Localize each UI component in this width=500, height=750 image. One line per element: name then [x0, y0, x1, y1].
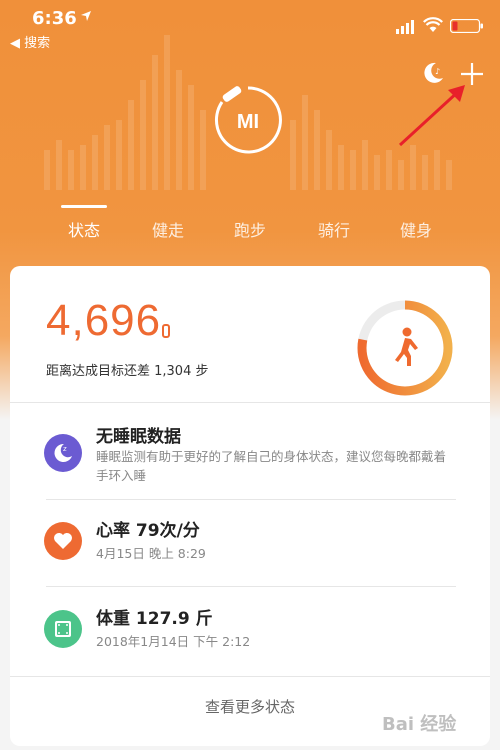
- step-count[interactable]: 4,696: [46, 296, 161, 346]
- scale-icon: [44, 610, 82, 648]
- status-bar: 6:36 ◀ 搜索: [0, 0, 500, 56]
- active-tab-underline: [61, 205, 107, 208]
- activity-tabs: 状态 健走 跑步 骑行 健身: [0, 205, 500, 255]
- divider: [46, 499, 456, 500]
- wifi-icon: [423, 17, 443, 32]
- divider: [10, 402, 490, 403]
- status-card: 4,696 距离达成目标还差 1,304 步 z 无睡眠数据 睡眠监测有助于更好…: [10, 266, 490, 746]
- heart-rate-time: 4月15日 晚上 8:29: [96, 546, 206, 561]
- tab-walking[interactable]: 健走: [138, 217, 198, 241]
- divider: [10, 676, 490, 677]
- tab-cycling[interactable]: 骑行: [304, 217, 364, 241]
- heart-icon: [44, 522, 82, 560]
- tab-fitness[interactable]: 健身: [386, 217, 446, 241]
- sleep-row[interactable]: z 无睡眠数据 睡眠监测有助于更好的了解自己的身体状态，建议您每晚都戴着手环入睡: [10, 416, 490, 500]
- divider: [46, 586, 456, 587]
- band-icon: [162, 324, 170, 338]
- moon-icon: z: [44, 434, 82, 472]
- weight-title: 体重 127.9 斤: [96, 609, 213, 629]
- walking-person-icon: [395, 327, 418, 366]
- heart-rate-title: 心率 79次/分: [96, 521, 200, 541]
- tab-status[interactable]: 状态: [54, 217, 114, 241]
- step-progress-ring[interactable]: [355, 298, 455, 398]
- sleep-title: 无睡眠数据: [96, 427, 181, 447]
- baidu-watermark: Bai 经验: [382, 714, 457, 735]
- back-to-search-link[interactable]: ◀ 搜索: [10, 32, 50, 51]
- svg-text:♪: ♪: [435, 67, 440, 76]
- mi-band-logo: MI: [214, 86, 282, 154]
- sleep-subtitle: 睡眠监测有助于更好的了解自己的身体状态，建议您每晚都戴着手环入睡: [96, 449, 447, 483]
- weight-row[interactable]: 体重 127.9 斤 2018年1月14日 下午 2:12: [10, 594, 490, 674]
- svg-text:z: z: [63, 445, 67, 453]
- red-arrow-annotation: [398, 85, 465, 147]
- signal-icon: [396, 20, 414, 34]
- tab-running[interactable]: 跑步: [220, 217, 280, 241]
- location-arrow-icon: [81, 11, 91, 21]
- weight-time: 2018年1月14日 下午 2:12: [96, 634, 251, 649]
- logo-text: MI: [237, 111, 259, 133]
- clock-time: 6:36: [32, 8, 77, 29]
- heart-rate-row[interactable]: 心率 79次/分 4月15日 晚上 8:29: [10, 506, 490, 586]
- goal-remaining-text: 距离达成目标还差 1,304 步: [46, 364, 209, 379]
- battery-low-icon: [450, 19, 483, 33]
